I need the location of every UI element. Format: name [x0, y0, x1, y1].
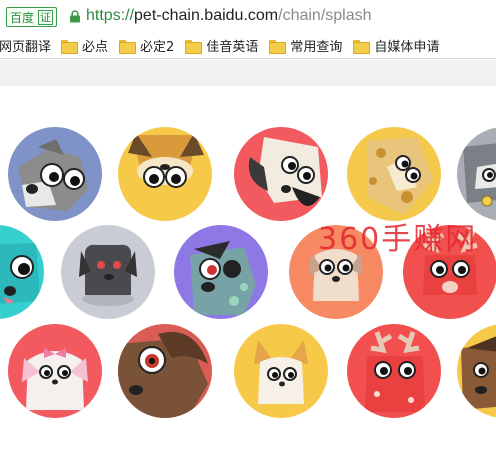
baidu-verified-badge[interactable]: 百度 证	[6, 7, 58, 27]
lock-icon	[70, 10, 80, 23]
pet-avatar[interactable]	[347, 127, 441, 221]
pet-avatar[interactable]	[234, 127, 328, 221]
pink-bow-dog-icon	[8, 324, 102, 418]
shiba-dog-icon	[118, 127, 212, 221]
bookmark-folder[interactable]: 佳音英语	[185, 33, 259, 58]
url-field[interactable]: https://pet-chain.baidu.com/chain/splash	[86, 6, 372, 26]
page-top-strip	[0, 60, 496, 86]
brown-dog-icon	[457, 324, 496, 418]
pet-avatar[interactable]	[118, 127, 212, 221]
bookmark-label: 网页翻译	[0, 40, 52, 55]
brown-dog-icon	[118, 324, 212, 418]
pet-avatar[interactable]	[234, 324, 328, 418]
gray-dog-icon	[457, 127, 496, 221]
pet-avatar[interactable]	[457, 127, 496, 221]
pet-avatar[interactable]	[8, 127, 102, 221]
white-dog-icon	[234, 127, 328, 221]
pet-avatar[interactable]	[457, 324, 496, 418]
url-scheme: https://	[86, 7, 135, 24]
pet-avatar[interactable]	[0, 225, 44, 319]
folder-icon	[185, 39, 203, 54]
folder-icon	[269, 39, 287, 54]
address-bar[interactable]: 百度 证 https://pet-chain.baidu.com/chain/s…	[0, 0, 496, 33]
bookmark-label: 佳音英语	[206, 40, 259, 55]
badge-text: 百度	[10, 10, 35, 25]
url-path: /chain/splash	[278, 7, 372, 24]
bookmark-folder[interactable]: 必点	[61, 33, 109, 58]
folder-icon	[119, 39, 137, 54]
pet-avatar[interactable]	[174, 225, 268, 319]
folder-icon	[61, 39, 79, 54]
cyan-dog-icon	[0, 225, 44, 319]
verify-icon: 证	[38, 9, 54, 25]
bookmark-label: 必定2	[140, 40, 175, 55]
bookmark-item[interactable]: 网页翻译	[0, 33, 52, 58]
pet-avatar-grid: 360手赚网	[0, 86, 496, 467]
bookmark-folder[interactable]: 必定2	[119, 33, 175, 58]
schnauzer-dog-icon	[8, 127, 102, 221]
pet-avatar[interactable]	[347, 324, 441, 418]
folder-icon	[353, 39, 371, 54]
pet-avatar[interactable]	[118, 324, 212, 418]
reindeer-dog-icon	[347, 324, 441, 418]
bookmark-folder[interactable]: 常用查询	[269, 33, 343, 58]
pirate-dog-icon	[174, 225, 268, 319]
spotted-dog-icon	[347, 127, 441, 221]
bookmark-label: 常用查询	[290, 40, 343, 55]
bookmark-label: 必点	[82, 40, 109, 55]
bookmarks-bar: 网页翻译 必点 必定2 佳音英语 常用查询 自媒体申请	[0, 33, 496, 59]
watermark-text: 360手赚网	[318, 222, 478, 257]
url-host: pet-chain.baidu.com	[134, 7, 279, 24]
pet-avatar[interactable]	[8, 324, 102, 418]
pet-avatar[interactable]	[61, 225, 155, 319]
black-dog-icon	[61, 225, 155, 319]
corgi-icon	[234, 324, 328, 418]
bookmark-folder[interactable]: 自媒体申请	[353, 33, 440, 58]
bookmark-label: 自媒体申请	[374, 40, 440, 55]
